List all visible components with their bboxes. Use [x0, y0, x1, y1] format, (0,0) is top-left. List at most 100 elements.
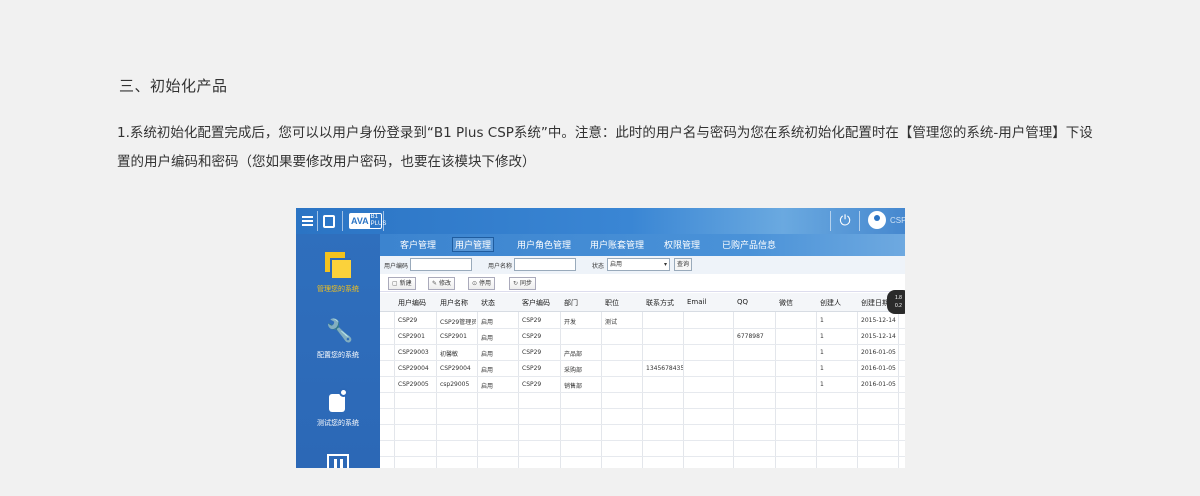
menu-icon[interactable]	[300, 211, 314, 231]
column-header[interactable]: 用户编码	[398, 298, 426, 308]
status-label: 状态	[592, 263, 605, 270]
cell-department: 开发	[564, 319, 577, 326]
app-screenshot: AVA B1 PLUS ⏻ CSP29 管理您的系统 🔧 配置您的系统 测试您的…	[296, 208, 905, 468]
section-heading: 三、初始化产品	[119, 77, 228, 95]
table-row[interactable]: CSP29005 csp29005 启用 CSP29 销售部 1 2016-01…	[380, 377, 905, 393]
instruction-paragraph: 1.系统初始化配置完成后，您可以以用户身份登录到“B1 Plus CSP系统”中…	[117, 125, 1093, 170]
cell-user-name: CSP29004	[440, 365, 471, 372]
divider	[342, 211, 343, 231]
user-avatar-icon[interactable]	[868, 211, 886, 229]
cell-user-name: CSP29管理员	[440, 319, 476, 326]
user-code-label: 用户编码	[384, 263, 409, 270]
status-select[interactable]: 启用 ▾	[607, 258, 670, 271]
tab-user-account-management[interactable]: 用户账套管理	[590, 238, 644, 251]
column-header[interactable]: QQ	[737, 298, 748, 306]
indicator-line: 0.2	[895, 303, 902, 309]
sidebar: 管理您的系统 🔧 配置您的系统 测试您的系统	[296, 234, 380, 468]
new-button[interactable]: ▢ 新建	[388, 277, 416, 290]
disable-button[interactable]: ⊙ 停用	[468, 277, 496, 290]
user-table: 用户编码 用户名称 状态 客户编码 部门 职位 联系方式 Email QQ 微信…	[380, 293, 905, 468]
sync-icon: ↻	[513, 280, 519, 287]
cell-qq: 6778987	[737, 333, 764, 340]
filter-bar: 用户编码 用户名称 状态 启用 ▾ 查询	[380, 256, 905, 274]
cell-user-name: 初馨敏	[440, 351, 459, 358]
tab-permission-management[interactable]: 权限管理	[664, 238, 700, 251]
cell-user-name: CSP2901	[440, 333, 467, 340]
table-row-empty	[380, 425, 905, 441]
column-header[interactable]: 用户名称	[440, 298, 468, 308]
column-header[interactable]: 职位	[605, 298, 619, 308]
edit-button[interactable]: ✎ 修改	[428, 277, 456, 290]
cell-customer-code: CSP29	[522, 349, 542, 356]
cell-created-date: 2016-01-05	[861, 381, 896, 388]
user-name-label: 用户名称	[488, 263, 513, 270]
table-row[interactable]: CSP29003 初馨敏 启用 CSP29 产品部 1 2016-01-05	[380, 345, 905, 361]
divider	[830, 211, 831, 231]
toolbar: ▢ 新建 ✎ 修改 ⊙ 停用 ↻ 同步	[380, 274, 905, 292]
cell-user-code: CSP29005	[398, 381, 429, 388]
cell-creator: 1	[820, 349, 824, 356]
user-name-input[interactable]	[514, 258, 576, 271]
indicator-line: 1.8	[895, 295, 902, 301]
cell-customer-code: CSP29	[522, 317, 542, 324]
column-header[interactable]: 部门	[564, 298, 578, 308]
column-header[interactable]: 客户编码	[522, 298, 550, 308]
power-icon[interactable]: ⏻	[837, 213, 853, 229]
manage-system-icon	[325, 252, 351, 278]
cell-customer-code: CSP29	[522, 381, 542, 388]
sidebar-item-label: 管理您的系统	[317, 285, 359, 293]
column-header[interactable]: 微信	[779, 298, 793, 308]
edit-button-label: 修改	[439, 280, 452, 287]
cell-user-code: CSP2901	[398, 333, 425, 340]
divider	[859, 211, 860, 231]
test-system-icon	[327, 388, 349, 412]
sync-button[interactable]: ↻ 同步	[509, 277, 537, 290]
cell-status: 启用	[481, 319, 494, 326]
user-name[interactable]: CSP29	[890, 216, 905, 225]
sync-button-label: 同步	[520, 280, 533, 287]
sidebar-item-label: 配置您的系统	[317, 351, 359, 359]
cell-creator: 1	[820, 381, 824, 388]
cell-created-date: 2016-01-05	[861, 365, 896, 372]
tab-user-management[interactable]: 用户管理	[452, 237, 495, 252]
user-code-input[interactable]	[410, 258, 472, 271]
sidebar-item-test-system[interactable]: 测试您的系统	[296, 388, 380, 428]
cell-user-name: csp29005	[440, 381, 470, 388]
new-button-label: 新建	[399, 280, 412, 287]
sidebar-item-manage-system[interactable]: 管理您的系统	[296, 252, 380, 294]
table-row[interactable]: CSP29004 CSP29004 启用 CSP29 采购部 134567843…	[380, 361, 905, 377]
tab-customer-management[interactable]: 客户管理	[400, 238, 436, 251]
sidebar-item-more[interactable]	[296, 454, 380, 468]
sidebar-item-configure-system[interactable]: 🔧 配置您的系统	[296, 320, 380, 360]
table-header: 用户编码 用户名称 状态 客户编码 部门 职位 联系方式 Email QQ 微信…	[380, 293, 905, 312]
tab-user-role-management[interactable]: 用户角色管理	[517, 238, 571, 251]
sidebar-item-label: 测试您的系统	[317, 419, 359, 427]
ava-logo: AVA B1 PLUS	[349, 213, 387, 229]
cell-created-date: 2015-12-14	[861, 317, 896, 324]
column-header[interactable]: Email	[687, 298, 706, 306]
cell-department: 销售部	[564, 383, 583, 390]
cell-user-code: CSP29003	[398, 349, 429, 356]
cell-created-date: 2015-12-14	[861, 333, 896, 340]
search-button[interactable]: 查询	[674, 258, 693, 271]
cell-department: 产品部	[564, 351, 583, 358]
divider	[383, 211, 384, 231]
module-tabs: 客户管理 用户管理 用户角色管理 用户账套管理 权限管理 已购产品信息	[380, 234, 905, 256]
table-row[interactable]: CSP29 CSP29管理员 启用 CSP29 开发 测试 1 2015-12-…	[380, 313, 905, 329]
cell-created-date: 2016-01-05	[861, 349, 896, 356]
cell-customer-code: CSP29	[522, 333, 542, 340]
cell-contact: 13456784356	[646, 365, 683, 372]
column-header[interactable]: 联系方式	[646, 298, 674, 308]
column-header[interactable]: 状态	[481, 298, 495, 308]
table-row-empty	[380, 393, 905, 409]
disable-button-label: 停用	[479, 280, 492, 287]
table-row-empty	[380, 441, 905, 457]
home-icon[interactable]	[321, 211, 337, 231]
table-row[interactable]: CSP2901 CSP2901 启用 CSP29 6778987 1 2015-…	[380, 329, 905, 345]
tab-purchased-products[interactable]: 已购产品信息	[722, 238, 776, 251]
cell-status: 启用	[481, 335, 494, 342]
cell-status: 启用	[481, 367, 494, 374]
cell-creator: 1	[820, 365, 824, 372]
column-header[interactable]: 创建人	[820, 298, 841, 308]
divider	[317, 211, 318, 231]
